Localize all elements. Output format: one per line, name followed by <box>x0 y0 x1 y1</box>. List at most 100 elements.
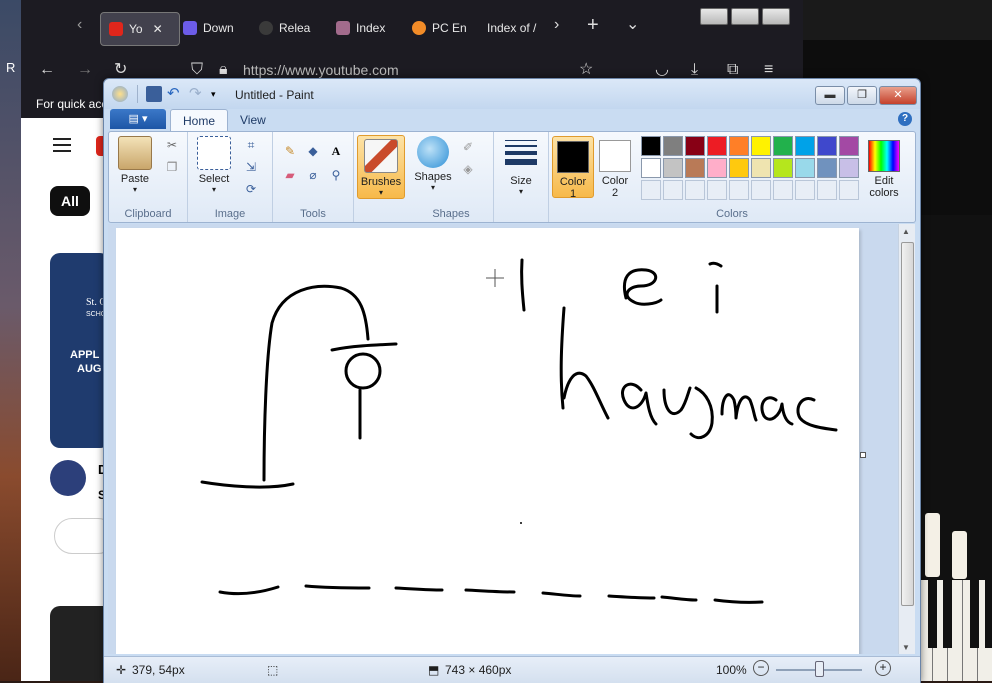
resize-icon[interactable]: ⇲ <box>242 158 260 176</box>
palette-swatch[interactable] <box>641 158 661 178</box>
custom-color-slot[interactable] <box>773 180 793 200</box>
menu-icon[interactable]: ≡ <box>764 62 773 78</box>
canvas-resize-handle[interactable] <box>860 452 866 458</box>
fill-icon[interactable]: ◆ <box>304 142 322 160</box>
custom-color-slot[interactable] <box>817 180 837 200</box>
downloads-icon[interactable]: ⤓ <box>691 62 698 78</box>
color-picker-icon[interactable]: ⌀ <box>304 166 322 184</box>
hamburger-menu-icon[interactable] <box>53 138 71 152</box>
copy-icon[interactable]: ❐ <box>163 158 181 176</box>
pocket-icon[interactable]: ◡ <box>655 62 669 78</box>
palette-swatch[interactable] <box>773 136 793 156</box>
tab-scroll-right-icon[interactable]: › <box>554 17 559 33</box>
palette-swatch[interactable] <box>707 158 727 178</box>
tab-download[interactable]: Down <box>183 12 241 44</box>
palette-swatch[interactable] <box>729 158 749 178</box>
select-button[interactable]: Select ▾ <box>194 136 234 194</box>
tab-index-of[interactable]: Index of / <box>487 12 543 44</box>
maximize-button[interactable]: ❐ <box>847 86 877 105</box>
redo-icon[interactable]: ↷ <box>189 86 205 102</box>
channel-avatar[interactable] <box>50 460 86 496</box>
pencil-icon[interactable]: ✎ <box>281 142 299 160</box>
brushes-button[interactable]: Brushes ▾ <box>357 135 405 199</box>
color1-button[interactable]: Color 1 <box>552 136 594 200</box>
undo-icon[interactable]: ↶ <box>167 86 183 102</box>
palette-swatch[interactable] <box>663 136 683 156</box>
drawing-canvas[interactable] <box>116 228 859 654</box>
palette-swatch[interactable] <box>817 158 837 178</box>
url-input[interactable]: https://www.youtube.com <box>243 62 399 78</box>
palette-swatch[interactable] <box>795 158 815 178</box>
palette-swatch[interactable] <box>817 136 837 156</box>
close-button[interactable]: ✕ <box>879 86 917 105</box>
video-thumbnail[interactable] <box>50 606 110 681</box>
scroll-up-icon[interactable]: ▲ <box>902 227 910 236</box>
color2-button[interactable]: Color 2 <box>595 136 635 199</box>
tab-pc[interactable]: PC En <box>412 12 468 44</box>
tab-scroll-left-icon[interactable]: ‹ <box>77 17 82 33</box>
tab-index[interactable]: Index <box>336 12 388 44</box>
palette-swatch[interactable] <box>839 158 859 178</box>
zoom-slider-thumb[interactable] <box>815 661 824 677</box>
palette-swatch[interactable] <box>729 136 749 156</box>
close-button[interactable] <box>762 8 790 25</box>
maximize-button[interactable] <box>731 8 759 25</box>
reload-icon[interactable]: ↻ <box>114 62 127 78</box>
crop-icon[interactable]: ⌗ <box>242 136 260 154</box>
tab-youtube[interactable]: Yo ✕ <box>100 12 180 46</box>
customize-toolbar-icon[interactable]: ▾ <box>211 86 227 102</box>
custom-color-slot[interactable] <box>641 180 661 200</box>
shield-icon[interactable]: ⛉ <box>191 62 203 78</box>
magnifier-icon[interactable]: ⚲ <box>327 166 345 184</box>
minimize-button[interactable]: ▬ <box>815 86 845 105</box>
back-icon[interactable]: ← <box>39 62 55 78</box>
cut-icon[interactable]: ✂ <box>163 136 181 154</box>
palette-swatch[interactable] <box>751 158 771 178</box>
palette-swatch[interactable] <box>707 136 727 156</box>
palette-swatch[interactable] <box>773 158 793 178</box>
tab-view[interactable]: View <box>228 109 278 131</box>
custom-color-slot[interactable] <box>729 180 749 200</box>
bookmark-star-icon[interactable]: ☆ <box>579 62 593 78</box>
piano-black-key[interactable] <box>943 580 952 648</box>
help-icon[interactable]: ? <box>898 112 912 126</box>
palette-swatch[interactable] <box>685 136 705 156</box>
new-tab-icon[interactable]: + <box>587 15 599 35</box>
tab-home[interactable]: Home <box>170 109 229 132</box>
custom-color-slot[interactable] <box>663 180 683 200</box>
palette-swatch[interactable] <box>663 158 683 178</box>
custom-color-slot[interactable] <box>795 180 815 200</box>
zoom-in-icon[interactable]: + <box>875 660 891 676</box>
palette-swatch[interactable] <box>641 136 661 156</box>
scrollbar-thumb[interactable] <box>901 242 914 606</box>
custom-color-slot[interactable] <box>751 180 771 200</box>
minimize-button[interactable] <box>700 8 728 25</box>
tab-releases[interactable]: Relea <box>259 12 317 44</box>
tab-list-chevron-icon[interactable]: ⌄ <box>626 17 639 33</box>
rotate-icon[interactable]: ⟳ <box>242 180 260 198</box>
extensions-icon[interactable]: ⧉ <box>727 62 738 78</box>
piano-black-key[interactable] <box>928 580 937 648</box>
file-menu-button[interactable]: ▤ ▾ <box>110 109 166 129</box>
custom-color-slot[interactable] <box>685 180 705 200</box>
save-icon[interactable] <box>146 86 162 102</box>
custom-color-slot[interactable] <box>707 180 727 200</box>
vertical-scrollbar[interactable]: ▲ ▼ <box>898 224 915 654</box>
text-icon[interactable]: A <box>327 142 345 160</box>
ad-card[interactable]: St. G SCHO APPL AUG <box>50 253 110 448</box>
tab-close-icon[interactable]: ✕ <box>153 22 163 36</box>
custom-color-slot[interactable] <box>839 180 859 200</box>
palette-swatch[interactable] <box>685 158 705 178</box>
paste-button[interactable]: Paste ▾ <box>115 136 155 194</box>
piano-black-key[interactable] <box>970 580 979 648</box>
paint-app-icon[interactable] <box>112 86 128 102</box>
zoom-out-icon[interactable]: − <box>753 660 769 676</box>
palette-swatch[interactable] <box>751 136 771 156</box>
chip-all[interactable]: All <box>50 186 90 216</box>
shapes-button[interactable]: Shapes ▾ <box>413 136 453 192</box>
eraser-icon[interactable]: ▰ <box>281 166 299 184</box>
scroll-down-icon[interactable]: ▼ <box>902 643 910 652</box>
piano-black-key[interactable] <box>985 580 992 648</box>
forward-icon[interactable]: → <box>77 62 93 78</box>
outline-icon[interactable]: ✐ <box>459 138 477 156</box>
